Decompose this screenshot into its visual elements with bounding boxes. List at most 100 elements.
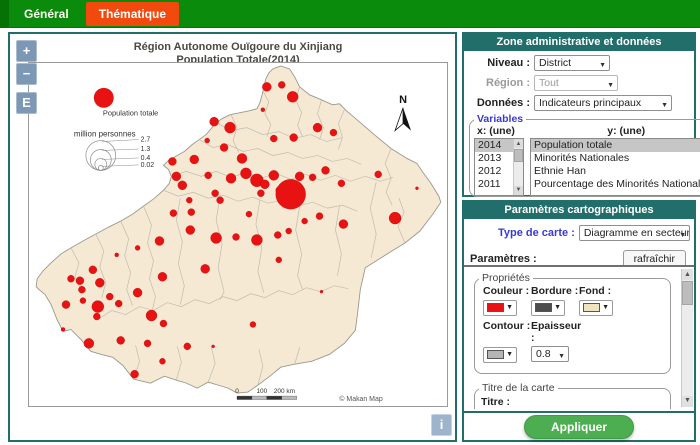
population-circle[interactable] [338,180,345,187]
population-circle[interactable] [276,179,306,209]
map-type-select[interactable]: Diagramme en secteurs ▼ [579,225,690,241]
population-circle[interactable] [246,211,252,217]
population-circle[interactable] [205,172,212,179]
scroll-down-icon[interactable]: ▼ [682,396,693,407]
population-circle[interactable] [295,172,304,181]
population-circle[interactable] [278,81,285,88]
population-circle[interactable] [170,210,177,217]
population-circle[interactable] [190,155,199,164]
apply-button[interactable]: Appliquer [524,415,634,439]
population-circle[interactable] [89,266,97,274]
params-scrollbar[interactable]: ▲ ▼ [681,269,693,407]
xinjiang-map[interactable]: Population totalemillion personnes2.71.3… [29,63,447,406]
population-circle[interactable] [186,197,192,203]
scroll-thumb[interactable] [682,281,693,305]
population-circle[interactable] [262,82,271,91]
list-option[interactable]: Pourcentage des Minorités Nationales [531,178,700,191]
population-circle[interactable] [172,172,181,181]
population-circle[interactable] [302,218,308,224]
population-circle[interactable] [320,290,323,293]
scroll-up-icon[interactable]: ▲ [514,139,523,148]
population-circle[interactable] [211,233,222,244]
population-circle[interactable] [276,257,282,263]
population-circle[interactable] [217,197,224,204]
population-circle[interactable] [287,91,298,102]
population-circle[interactable] [270,135,277,142]
zoom-in-button[interactable]: + [16,40,37,62]
population-circle[interactable] [84,338,94,348]
population-circle[interactable] [322,166,330,174]
population-circle[interactable] [158,272,167,281]
population-circle[interactable] [389,212,401,224]
population-circle[interactable] [274,232,281,239]
population-circle[interactable] [95,278,104,287]
population-circle[interactable] [290,134,298,142]
population-circle[interactable] [330,129,337,136]
population-circle[interactable] [61,327,65,331]
population-circle[interactable] [415,187,418,190]
population-circle[interactable] [184,343,191,350]
list-option[interactable]: Population totale [531,139,700,152]
list-option[interactable]: 2014 [475,139,513,152]
population-circle[interactable] [146,310,157,321]
population-circle[interactable] [106,293,113,300]
population-circle[interactable] [210,117,219,126]
population-circle[interactable] [168,157,176,165]
x-variable-list[interactable]: 2014201320122011 ▲ ▼ [474,138,524,196]
list-option[interactable]: 2012 [475,165,513,178]
population-circle[interactable] [250,321,256,327]
population-circle[interactable] [93,313,100,320]
donnees-select[interactable]: Indicateurs principaux ▼ [534,95,672,111]
fond-color-picker[interactable]: ▼ [579,300,613,316]
population-circle[interactable] [286,228,292,234]
population-circle[interactable] [186,226,195,235]
bordure-color-picker[interactable]: ▼ [531,300,565,316]
zoom-out-button[interactable]: − [16,63,37,85]
population-circle[interactable] [212,345,215,348]
tab-general[interactable]: Général [24,7,69,21]
map-frame[interactable]: Population totalemillion personnes2.71.3… [28,62,448,407]
population-circle[interactable] [78,286,85,293]
population-circle[interactable] [133,288,142,297]
scroll-up-icon[interactable]: ▲ [682,269,693,280]
list-option[interactable]: Minorités Nationales [531,152,700,165]
y-variable-list[interactable]: Population totaleMinorités NationalesEth… [530,138,700,196]
couleur-color-picker[interactable]: ▼ [483,300,517,316]
population-circle[interactable] [62,301,70,309]
population-circle[interactable] [92,301,104,313]
population-circle[interactable] [251,235,262,246]
population-circle[interactable] [205,138,210,143]
population-circle[interactable] [131,370,139,378]
scroll-down-icon[interactable]: ▼ [514,186,523,195]
population-circle[interactable] [220,144,228,152]
population-circle[interactable] [226,173,236,183]
population-circle[interactable] [316,213,323,220]
info-button[interactable]: i [431,414,452,436]
tab-thematique[interactable]: Thématique [86,2,179,26]
population-circle[interactable] [144,340,151,347]
niveau-select[interactable]: District ▼ [534,55,610,71]
population-circle[interactable] [261,108,265,112]
region-select[interactable]: Tout ▼ [534,75,618,91]
population-circle[interactable] [188,209,195,216]
contour-color-picker[interactable]: ▼ [483,347,517,363]
population-circle[interactable] [76,277,84,285]
population-circle[interactable] [201,264,210,273]
population-circle[interactable] [155,236,164,245]
population-circle[interactable] [233,234,240,241]
scroll-thumb[interactable] [514,149,523,162]
population-circle[interactable] [313,123,322,132]
population-circle[interactable] [115,300,122,307]
population-circle[interactable] [160,320,167,327]
population-circle[interactable] [375,171,382,178]
x-list-scrollbar[interactable]: ▲ ▼ [513,139,523,195]
extent-button[interactable]: E [16,92,37,114]
population-circle[interactable] [237,153,247,163]
population-circle[interactable] [117,336,125,344]
population-circle[interactable] [309,174,316,181]
population-circle[interactable] [339,220,348,229]
population-circle[interactable] [135,245,140,250]
population-circle[interactable] [67,275,74,282]
population-circle[interactable] [212,190,219,197]
epaisseur-select[interactable]: 0.8▼ [531,346,569,362]
